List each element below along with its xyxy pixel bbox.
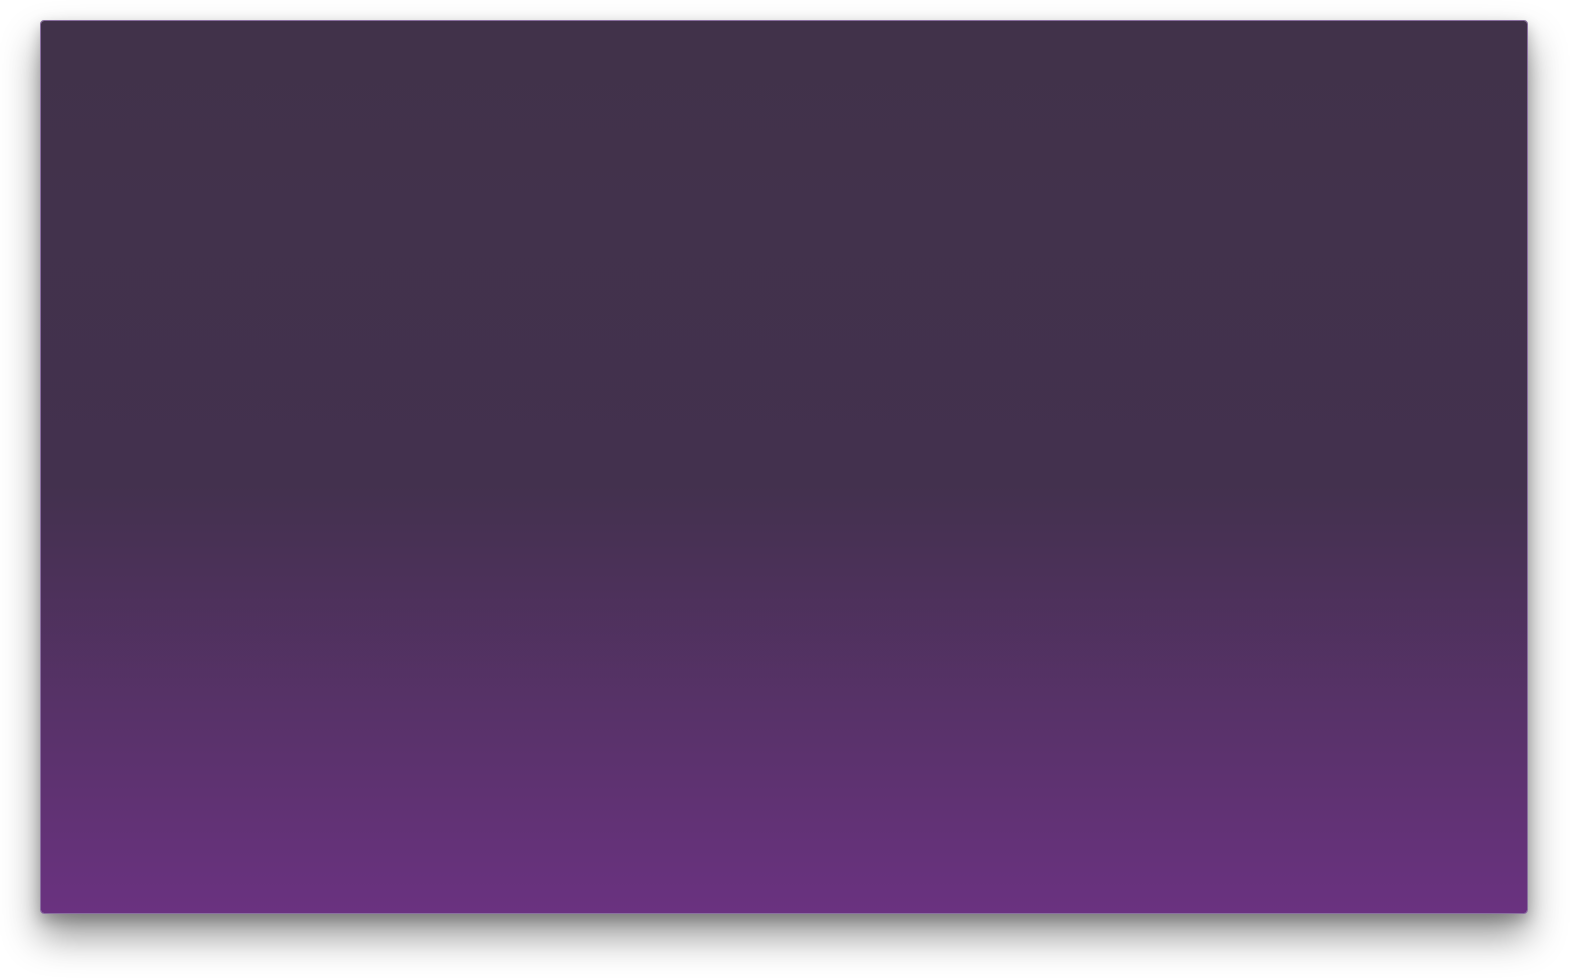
app-window[interactable] <box>40 20 1528 914</box>
content-canvas[interactable] <box>41 21 1527 913</box>
desktop-stage <box>0 0 1574 978</box>
